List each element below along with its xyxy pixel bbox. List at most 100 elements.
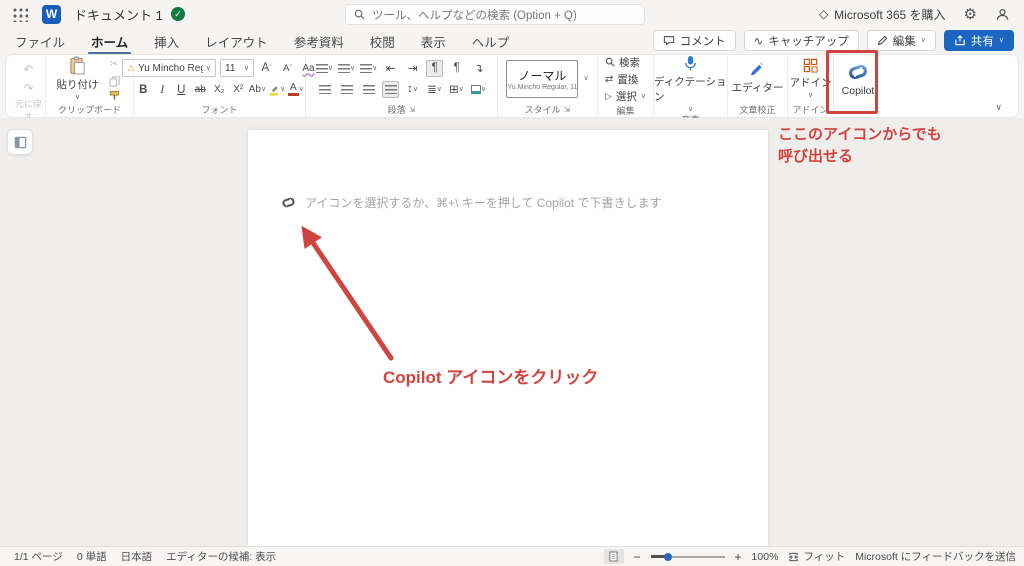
- tab-view[interactable]: 表示: [420, 28, 447, 55]
- text-direction-icon[interactable]: ↴: [470, 60, 487, 77]
- redo-icon[interactable]: ↷: [20, 80, 37, 97]
- zoom-out-button[interactable]: −: [634, 550, 641, 564]
- shading-icon[interactable]: ≣ ∨: [426, 81, 443, 98]
- font-size-select[interactable]: 11 ∨: [220, 59, 254, 77]
- copilot-inline-icon[interactable]: [281, 195, 296, 210]
- fit-button[interactable]: フィット: [788, 549, 845, 564]
- subscript-button[interactable]: X₂: [211, 81, 228, 98]
- decrease-indent-icon[interactable]: ⇤: [382, 60, 399, 77]
- style-normal-button[interactable]: ノーマル Yu Mincho Regular, 11: [506, 59, 579, 98]
- comments-button[interactable]: コメント: [652, 30, 736, 51]
- tab-file[interactable]: ファイル: [14, 28, 66, 55]
- annotation-arrow-label: Copilot アイコンをクリック: [383, 368, 599, 387]
- addins-grid-icon: [803, 58, 818, 73]
- align-right-icon[interactable]: [360, 81, 377, 98]
- superscript-button[interactable]: X²: [230, 81, 247, 98]
- editing-mode-button[interactable]: 編集 ∨: [866, 30, 936, 51]
- multilevel-list-icon[interactable]: ∨: [360, 60, 377, 77]
- bullet-list-icon[interactable]: ∨: [315, 60, 333, 77]
- catch-up-button[interactable]: ∿ キャッチアップ: [743, 30, 859, 51]
- document-title[interactable]: ドキュメント 1: [74, 5, 163, 24]
- dictation-button[interactable]: ディクテーション ∨: [654, 55, 727, 113]
- page-count[interactable]: 1/1 ページ: [14, 549, 63, 564]
- align-left-icon[interactable]: [316, 81, 333, 98]
- strikethrough-button[interactable]: ab: [192, 81, 209, 98]
- account-icon[interactable]: [995, 7, 1010, 22]
- buy-microsoft365-button[interactable]: ◇ Microsoft 365 を購入: [819, 6, 946, 23]
- zoom-level[interactable]: 100%: [752, 551, 779, 563]
- align-center-icon[interactable]: [338, 81, 355, 98]
- page-view-button[interactable]: [603, 549, 624, 564]
- collapse-ribbon-icon[interactable]: ∨: [995, 102, 1002, 113]
- zoom-slider-knob[interactable]: [663, 552, 672, 561]
- increase-indent-icon[interactable]: ⇥: [404, 60, 421, 77]
- fit-icon: [789, 552, 799, 561]
- show-formatting-marks-icon[interactable]: ¶: [426, 59, 444, 77]
- borders-icon[interactable]: ⊞ ∨: [448, 81, 465, 98]
- styles-dialog-launcher-icon[interactable]: ⇲: [564, 105, 571, 114]
- status-bar: 1/1 ページ 0 単語 日本語 エディターの候補: 表示 − + 100% フ…: [0, 546, 1024, 566]
- tab-layout[interactable]: レイアウト: [204, 28, 269, 55]
- undo-icon[interactable]: ↶: [20, 61, 37, 78]
- send-feedback-link[interactable]: Microsoft にフィードバックを送信: [855, 549, 1016, 564]
- search-placeholder: ツール、ヘルプなどの検索 (Option + Q): [372, 9, 577, 22]
- editing-group-label: 編集: [616, 105, 635, 116]
- grow-font-icon[interactable]: Aˆ: [258, 60, 275, 77]
- pencil-icon: [877, 35, 887, 46]
- copilot-button[interactable]: Copilot: [842, 61, 874, 97]
- replace-icon: ⇄: [604, 73, 614, 85]
- find-button[interactable]: 検索: [605, 55, 640, 69]
- tab-insert[interactable]: 挿入: [153, 28, 180, 55]
- share-icon: [955, 35, 965, 46]
- wave-icon: ∿: [753, 35, 764, 48]
- paste-button[interactable]: 貼り付け ∨: [57, 56, 99, 101]
- paragraph-dialog-launcher-icon[interactable]: ⇲: [409, 105, 416, 114]
- share-button[interactable]: 共有 ∨: [943, 30, 1014, 51]
- font-name-select[interactable]: ⚠ Yu Mincho Reg... ∨: [122, 59, 216, 77]
- replace-button[interactable]: ⇄ 置換: [605, 72, 638, 86]
- paragraph-mark-icon[interactable]: ¶: [448, 60, 465, 77]
- chevron-down-icon: ∨: [205, 64, 211, 72]
- chevron-down-icon: ∨: [920, 37, 926, 44]
- line-spacing-icon[interactable]: ↕ ∨: [404, 81, 421, 98]
- search-icon: [354, 9, 365, 20]
- settings-gear-icon[interactable]: ⚙: [964, 7, 977, 22]
- app-launcher-icon[interactable]: [12, 6, 28, 22]
- clipboard-icon: [70, 56, 85, 75]
- tab-home[interactable]: ホーム: [88, 28, 132, 55]
- highlight-color-button[interactable]: ∨: [268, 81, 285, 98]
- justify-icon[interactable]: [382, 80, 399, 98]
- language[interactable]: 日本語: [121, 549, 153, 564]
- editor-suggestions[interactable]: エディターの候補: 表示: [166, 549, 276, 564]
- format-painter-icon[interactable]: [109, 90, 120, 101]
- tab-references[interactable]: 参考資料: [293, 28, 345, 55]
- numbered-list-icon[interactable]: ∨: [337, 60, 355, 77]
- underline-button[interactable]: U: [173, 81, 190, 98]
- comment-icon: [663, 36, 674, 46]
- ribbon-tab-row: ファイル ホーム 挿入 レイアウト 参考資料 校閲 表示 ヘルプ コメント ∿ …: [0, 28, 1024, 55]
- shrink-font-icon[interactable]: Aˇ: [279, 60, 296, 77]
- italic-button[interactable]: I: [154, 81, 171, 98]
- copy-icon[interactable]: [108, 76, 120, 87]
- search-input[interactable]: ツール、ヘルプなどの検索 (Option + Q): [345, 4, 645, 25]
- addins-button[interactable]: アドイン ∨: [790, 58, 832, 99]
- tab-help[interactable]: ヘルプ: [471, 28, 511, 55]
- word-count[interactable]: 0 単語: [77, 549, 107, 564]
- editor-button[interactable]: エディター: [732, 62, 783, 95]
- copilot-placeholder-text: アイコンを選択するか、⌘+\ キーを押して Copilot で下書きします: [305, 196, 662, 210]
- document-page[interactable]: アイコンを選択するか、⌘+\ キーを押して Copilot で下書きします: [248, 130, 768, 546]
- page-icon: [609, 551, 618, 562]
- text-effects-button[interactable]: Ab ∨: [249, 81, 266, 98]
- thumbnail-pane-toggle[interactable]: [7, 129, 33, 155]
- font-color-button[interactable]: A ∨: [287, 81, 304, 98]
- highlighter-icon: [269, 85, 279, 96]
- cut-icon[interactable]: ✂: [106, 56, 123, 73]
- select-button[interactable]: ▷ 選択 ∨: [605, 89, 646, 103]
- tab-review[interactable]: 校閲: [369, 28, 396, 55]
- bold-button[interactable]: B: [135, 81, 152, 98]
- word-logo[interactable]: W: [42, 4, 61, 24]
- fill-color-icon[interactable]: ∨: [470, 81, 487, 98]
- zoom-in-button[interactable]: +: [735, 550, 742, 564]
- zoom-slider[interactable]: [650, 551, 725, 563]
- styles-gallery-chevron-icon[interactable]: ∨: [583, 75, 588, 82]
